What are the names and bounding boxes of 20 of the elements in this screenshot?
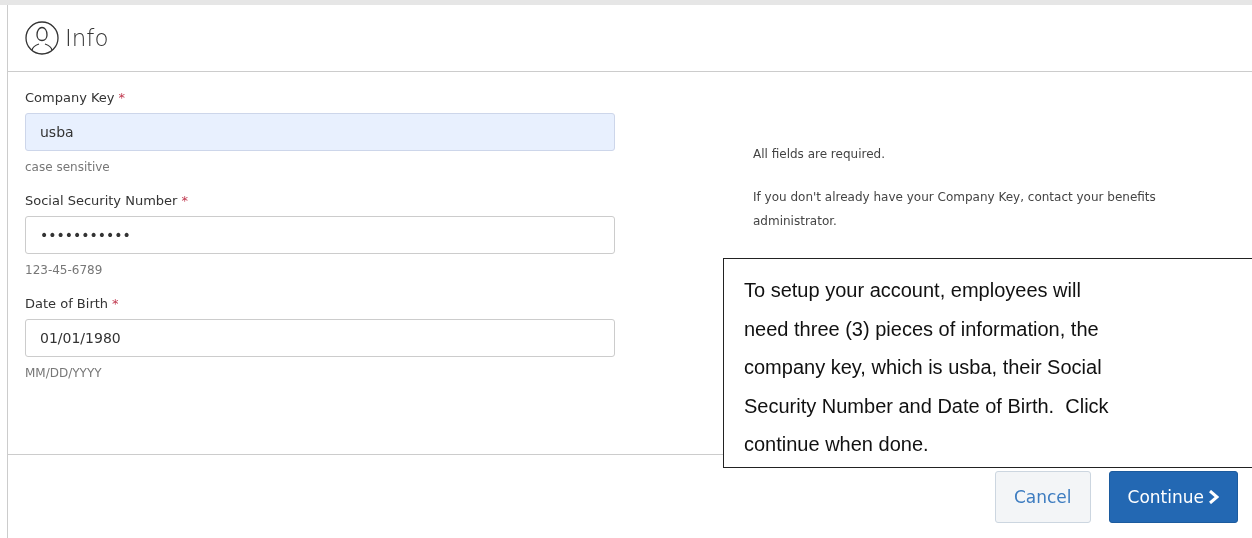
required-marker: *: [112, 296, 119, 311]
help-text: If you don't already have your Company Key, contact your benefits administrator.: [753, 189, 1157, 230]
cancel-button[interactable]: Cancel: [994, 471, 1091, 523]
panel-title: Info: [65, 25, 109, 51]
callout-note: To setup your account, employees will need three (3) pieces of information, the company key, which is usba, their Social Security Number and Date of Birth. Click continue when done.: [723, 258, 1252, 468]
field-label: Date of Birth: [25, 296, 109, 311]
help-text: All fields are required.: [753, 146, 886, 163]
field-label: Social Security Number: [25, 193, 178, 208]
field-hint: MM/DD/YYYY: [25, 366, 103, 380]
input-field[interactable]: 01/01/1980: [25, 319, 615, 357]
field-label: Company Key: [25, 90, 115, 105]
required-marker: *: [181, 193, 188, 208]
chevron-right-icon: [1208, 490, 1219, 504]
field-hint: case sensitive: [25, 160, 111, 174]
user-icon: [25, 21, 59, 55]
field-hint: 123-45-6789: [25, 263, 104, 277]
continue-button[interactable]: Continue: [1108, 471, 1238, 523]
input-field[interactable]: usba: [25, 113, 615, 151]
input-field[interactable]: •••••••••••: [25, 216, 615, 254]
required-marker: *: [118, 90, 126, 105]
